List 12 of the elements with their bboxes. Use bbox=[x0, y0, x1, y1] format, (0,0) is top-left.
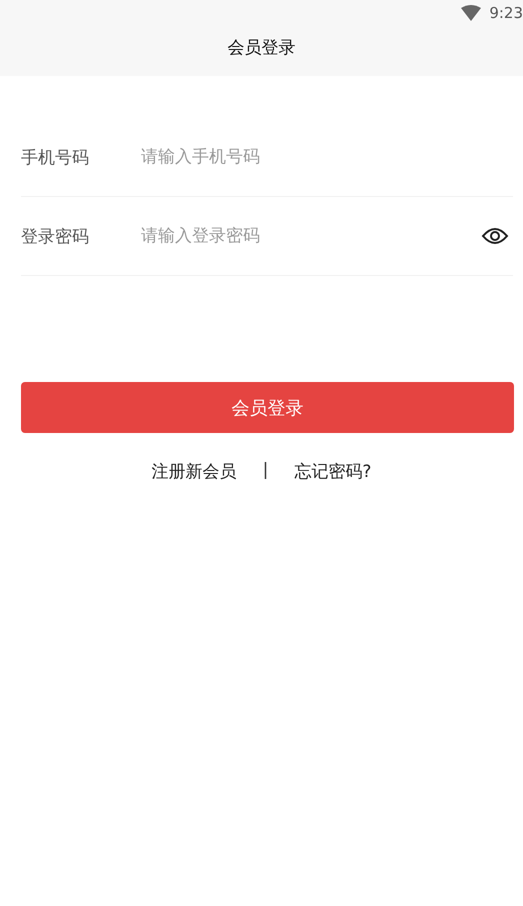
field-label: 手机号码 bbox=[21, 146, 90, 168]
eye-icon[interactable] bbox=[481, 226, 509, 246]
status-time: 9:23 bbox=[489, 4, 523, 22]
field-label: 登录密码 bbox=[21, 226, 90, 248]
wifi-icon bbox=[461, 5, 482, 21]
input-field[interactable]: 请输入手机号码 bbox=[141, 143, 513, 171]
forgot-password-link[interactable]: 忘记密码? bbox=[294, 460, 372, 483]
page-title: 会员登录 bbox=[228, 36, 296, 58]
register-link[interactable]: 注册新会员 bbox=[152, 460, 237, 483]
login-button[interactable]: 会员登录 bbox=[21, 382, 514, 433]
separator: | bbox=[262, 460, 268, 482]
input-field[interactable]: 请输入登录密码 bbox=[141, 222, 481, 250]
